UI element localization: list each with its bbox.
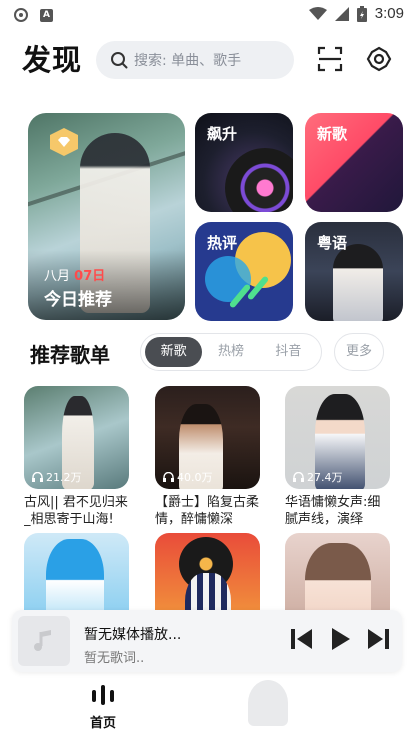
player-title: 暂无媒体播放... [84, 627, 182, 643]
chart-card-hot-comments[interactable]: 热评 [195, 222, 293, 321]
card-label: 粤语 [317, 234, 348, 252]
music-note-icon [34, 630, 51, 651]
playlist-name: 【爵士】陷复古柔情，醉慵懒深 [155, 495, 260, 527]
headphones-icon [163, 472, 174, 482]
status-bar: A 3:09 [0, 0, 414, 30]
playlist-name: 古风|| 君不见归来_相思寄于山海! [24, 495, 128, 527]
nav-home-label: 首页 [89, 716, 116, 731]
play-count: 27.4万 [293, 469, 343, 485]
waveform-icon [92, 685, 114, 705]
top-bar: 发现 搜索: 单曲、歌手 [0, 38, 414, 82]
card-label: 新歌 [317, 125, 348, 143]
scan-button[interactable] [315, 44, 345, 74]
playlist-tabs: 新歌 热榜 抖音 [140, 333, 322, 371]
play-icon[interactable] [328, 626, 352, 652]
tab-douyin[interactable]: 抖音 [260, 337, 317, 367]
headphones-icon [293, 472, 304, 482]
nav-item-center[interactable] [248, 680, 288, 726]
gear-icon [366, 46, 392, 72]
playlist-item[interactable]: 27.4万 华语慵懒女声:细腻声线，演绎 [285, 386, 390, 528]
clock: 3:09 [374, 5, 404, 22]
section-title: 推荐歌单 [30, 343, 110, 367]
tab-new[interactable]: 新歌 [145, 337, 203, 367]
search-placeholder: 搜索: 单曲、歌手 [134, 53, 242, 69]
card-figure [333, 244, 383, 321]
album-art [18, 616, 70, 666]
signal-icon [334, 6, 349, 21]
daily-date: 八月 07日 [44, 265, 105, 284]
play-count: 40.0万 [163, 469, 213, 485]
playlist-cover: 21.2万 [24, 386, 129, 489]
headphones-icon [32, 472, 43, 482]
wifi-icon [308, 6, 327, 20]
previous-icon[interactable] [290, 626, 314, 652]
mini-player[interactable]: 暂无媒体播放... 暂无歌词.. [12, 610, 402, 672]
play-count: 21.2万 [32, 469, 82, 485]
search-input[interactable]: 搜索: 单曲、歌手 [96, 41, 294, 79]
playlist-cover: 40.0万 [155, 386, 260, 489]
bottom-nav: 首页 [0, 678, 414, 736]
daily-day: 07日 [74, 269, 106, 284]
daily-label: 今日推荐 [44, 290, 112, 310]
app-notification-icon: A [40, 8, 53, 22]
scan-icon [317, 46, 343, 72]
daily-month: 八月 [44, 269, 71, 284]
card-label: 飙升 [207, 125, 238, 143]
search-icon [111, 52, 128, 69]
nav-item-home[interactable]: 首页 [80, 684, 126, 731]
vinyl-disc-image [225, 148, 293, 212]
settings-button[interactable] [364, 44, 394, 74]
more-button[interactable]: 更多 [334, 333, 384, 371]
next-icon[interactable] [366, 626, 390, 652]
playlist-name: 华语慵懒女声:细腻声线，演绎 [285, 495, 381, 527]
playlist-item[interactable]: 40.0万 【爵士】陷复古柔情，醉慵懒深 [155, 386, 260, 528]
play-count-value: 40.0万 [177, 471, 213, 484]
battery-icon [356, 5, 367, 22]
chart-card-cantonese[interactable]: 粤语 [305, 222, 403, 321]
play-count-value: 21.2万 [46, 471, 82, 484]
daily-recommend-card[interactable]: 八月 07日 今日推荐 [28, 113, 185, 320]
player-lyrics: 暂无歌词.. [84, 651, 145, 666]
page-title: 发现 [22, 43, 83, 77]
tab-hot[interactable]: 热榜 [202, 337, 259, 367]
playlist-item[interactable]: 21.2万 古风|| 君不见归来_相思寄于山海! [24, 386, 129, 528]
card-label: 热评 [207, 234, 238, 252]
play-count-value: 27.4万 [307, 471, 343, 484]
playlist-cover: 27.4万 [285, 386, 390, 489]
chart-card-new[interactable]: 新歌 [305, 113, 403, 212]
vip-badge-icon [50, 128, 78, 156]
notification-icon [14, 8, 28, 22]
chart-card-rising[interactable]: 飙升 [195, 113, 293, 212]
